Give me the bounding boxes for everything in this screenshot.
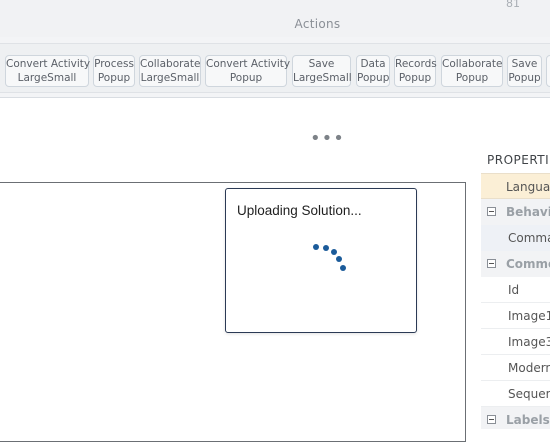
properties-panel: PROPERTIES Language Behavior Command Com… (481, 148, 550, 429)
button-line2: LargeSmall (140, 72, 200, 84)
button-line1: Records (395, 58, 437, 70)
ribbon-group-label: Actions (294, 17, 341, 31)
category-label: Common (506, 257, 550, 271)
collaborate-popup-button[interactable]: Collaborate Popup (441, 55, 503, 87)
button-line2: Popup (508, 72, 541, 84)
button-line1: Convert Activity (6, 58, 91, 70)
records-popup-button[interactable]: Records Popup (394, 55, 437, 87)
spinner-dot (323, 245, 329, 251)
category-behavior[interactable]: Behavior (481, 199, 550, 225)
command-row: Convert Activity LargeSmall Process Popu… (0, 43, 550, 93)
process-popup-button[interactable]: Process Popup (93, 55, 135, 87)
button-line1: Collaborate (442, 58, 503, 70)
button-line2: Popup (455, 72, 489, 84)
category-label: Behavior (506, 205, 550, 219)
property-row-id[interactable]: Id (481, 277, 550, 303)
property-row-command[interactable]: Command (481, 225, 550, 251)
button-line1: Data (360, 58, 386, 70)
data-popup-button[interactable]: Data Popup (356, 55, 390, 87)
category-labels[interactable]: Labels (481, 407, 550, 429)
property-row-image32[interactable]: Image32 (481, 329, 550, 355)
category-label: Labels (506, 413, 550, 427)
spinner-dot (331, 249, 337, 255)
button-line2: Popup (229, 72, 263, 84)
property-row-language[interactable]: Language (481, 173, 550, 199)
overflow-button[interactable] (546, 55, 550, 87)
spinner-dot (313, 244, 319, 250)
property-row-modernimage[interactable]: ModernImage (481, 355, 550, 381)
button-line2: Popup (97, 72, 131, 84)
collapse-icon[interactable] (487, 207, 496, 216)
convert-activity-largesmall-button[interactable]: Convert Activity LargeSmall (5, 55, 91, 87)
properties-title: PROPERTIES (487, 153, 550, 167)
category-common[interactable]: Common (481, 251, 550, 277)
button-line2: Popup (357, 72, 390, 84)
collaborate-largesmall-button[interactable]: Collaborate LargeSmall (139, 55, 201, 87)
save-largesmall-button[interactable]: Save LargeSmall (292, 55, 352, 87)
collapse-icon[interactable] (487, 415, 496, 424)
convert-activity-popup-button[interactable]: Convert Activity Popup (205, 55, 291, 87)
button-line2: LargeSmall (293, 72, 352, 84)
button-line2: Popup (398, 72, 432, 84)
spinner-dot (340, 265, 346, 271)
property-row-sequence[interactable]: Sequence (481, 381, 550, 407)
collapse-icon[interactable] (487, 259, 496, 268)
ribbon-header: 81 Actions (0, 0, 550, 37)
ribbon: 81 Actions Convert Activity LargeSmall P… (0, 0, 550, 98)
button-line1: Collaborate (140, 58, 201, 70)
save-popup-button[interactable]: Save Popup (507, 55, 542, 87)
button-line1: Convert Activity (206, 58, 291, 70)
property-row-image16[interactable]: Image16 (481, 303, 550, 329)
ribbon-corner-number: 81 (506, 0, 520, 10)
button-line1: Save (511, 58, 538, 70)
uploading-dialog: Uploading Solution... (225, 188, 417, 333)
button-line1: Process (94, 58, 134, 70)
more-options-icon[interactable]: ••• (310, 130, 345, 148)
loading-spinner-icon (226, 189, 418, 334)
button-line1: Save (308, 58, 335, 70)
spinner-dot (336, 256, 342, 262)
button-line2: LargeSmall (17, 72, 77, 84)
